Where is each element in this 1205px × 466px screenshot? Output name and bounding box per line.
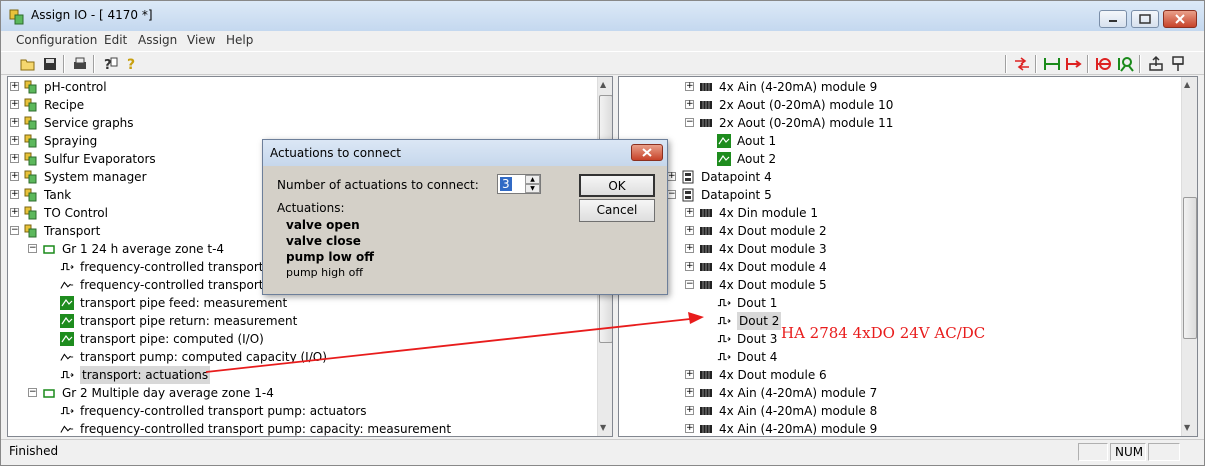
actuation-item: pump low off: [286, 250, 374, 264]
annotation-label: HA 2784 4xDO 24V AC/DC: [781, 324, 986, 342]
actuations-label: Actuations:: [277, 201, 345, 215]
dialog-close-button[interactable]: [631, 144, 663, 161]
actuation-item: pump high off: [286, 266, 363, 279]
ok-button[interactable]: OK: [579, 174, 655, 197]
cancel-button[interactable]: Cancel: [579, 199, 655, 222]
dialog-title: Actuations to connect: [270, 146, 402, 160]
spin-up-icon[interactable]: ▲: [525, 175, 540, 184]
dialog-title-bar[interactable]: Actuations to connect: [263, 140, 667, 166]
actuations-dialog: Actuations to connect Number of actuatio…: [262, 139, 668, 295]
count-value[interactable]: 3: [500, 177, 512, 191]
actuation-item: valve close: [286, 234, 361, 248]
count-spinner[interactable]: 3 ▲ ▼: [497, 174, 541, 194]
close-icon: [642, 148, 652, 157]
spin-down-icon[interactable]: ▼: [525, 184, 540, 193]
count-label: Number of actuations to connect:: [277, 178, 479, 192]
actuations-list: valve open valve close pump low off pump…: [286, 217, 374, 281]
actuation-item: valve open: [286, 218, 360, 232]
